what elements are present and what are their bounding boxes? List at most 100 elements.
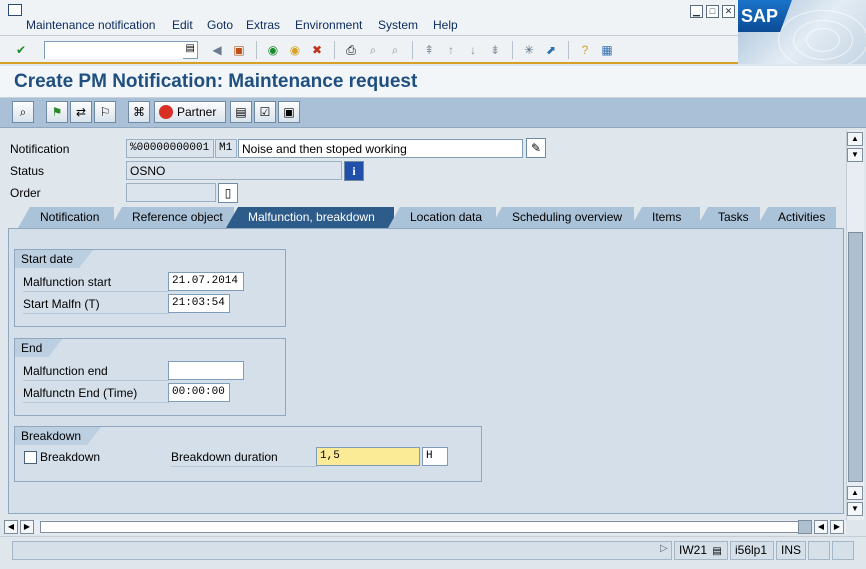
cancel-icon[interactable]: ✖ [308, 41, 326, 59]
order-label: Order [10, 186, 41, 200]
command-history-icon[interactable]: ▤ [186, 43, 195, 54]
end-time-label: Malfunctn End (Time) [23, 386, 169, 403]
tab-items[interactable]: Items [630, 207, 700, 228]
toolbar-separator [334, 41, 335, 59]
binoculars-icon[interactable]: ⌘ [128, 101, 150, 123]
scroll-bottom-icon[interactable]: ▼ [847, 502, 863, 516]
maximize-icon[interactable]: □ [706, 5, 719, 18]
notification-number-field: %00000000001 [126, 139, 214, 158]
layout-icon[interactable]: ▣ [278, 101, 300, 123]
document-icon[interactable]: ▤ [230, 101, 252, 123]
print-icon[interactable]: ⎙ [342, 41, 360, 59]
menu-bar: Maintenance notification Edit Goto Extra… [0, 0, 866, 36]
scroll-thumb-end-icon[interactable] [798, 520, 812, 534]
first-page-icon[interactable]: ⇞ [420, 41, 438, 59]
malfunction-start-input[interactable]: 21.07.2014 [168, 272, 244, 291]
app-menu-icon[interactable] [8, 4, 22, 16]
display-object-icon[interactable]: ⌕ [12, 101, 34, 123]
tab-tasks[interactable]: Tasks [696, 207, 760, 228]
menu-goto[interactable]: Goto [207, 18, 233, 32]
end-group: End Malfunction end Malfunctn End (Time)… [14, 338, 286, 416]
scroll-left-icon[interactable]: ◀ [4, 520, 18, 534]
next-page-icon[interactable]: ↓ [464, 41, 482, 59]
horizontal-scrollbar[interactable]: ◀ ▶ ◀ ▶ [4, 520, 846, 534]
breakdown-unit-input[interactable]: H [422, 447, 448, 466]
previous-page-icon[interactable]: ↑ [442, 41, 460, 59]
title-bar: Create PM Notification: Maintenance requ… [0, 66, 866, 98]
scroll-right-step-icon[interactable]: ▶ [20, 520, 34, 534]
back-arrow-icon[interactable]: ◀ [208, 41, 226, 59]
breakdown-checkbox[interactable] [24, 451, 37, 464]
server-name: i56lp1 [730, 541, 774, 560]
standard-toolbar: ✔ ▤ ◀ ▣ ◉ ◉ ✖ ⎙ ⌕ ⌕ ⇞ ↑ ↓ ⇟ ✳ ⬈ ? ▦ [0, 36, 738, 64]
long-text-edit-icon[interactable]: ✎ [526, 138, 546, 158]
tab-notification[interactable]: Notification [18, 207, 114, 228]
partner-icon [159, 105, 173, 119]
sap-branding-area: SAP [738, 0, 866, 64]
start-date-group-title: Start date [15, 250, 93, 268]
close-icon[interactable]: ✕ [722, 5, 735, 18]
status-expand-icon[interactable]: ▷ [660, 543, 668, 554]
breakdown-duration-input[interactable]: 1,5 [316, 447, 420, 466]
system-info-icon[interactable]: ▤ [712, 546, 721, 557]
application-toolbar: ⌕ ⚑ ⇄ ⚐ ⌘ Partner ▤ ☑ ▣ [0, 98, 866, 128]
toolbar-separator [568, 41, 569, 59]
transfer-icon[interactable]: ⇄ [70, 101, 92, 123]
back-icon[interactable]: ◉ [264, 41, 282, 59]
malfunction-end-input[interactable] [168, 361, 244, 380]
create-order-icon[interactable]: ▯ [218, 183, 238, 203]
tab-activities[interactable]: Activities [756, 207, 836, 228]
scroll-up-icon[interactable]: ▼ [847, 148, 863, 162]
find-next-icon[interactable]: ⌕ [386, 41, 404, 59]
toolbar-separator [256, 41, 257, 59]
page-title: Create PM Notification: Maintenance requ… [14, 71, 418, 92]
partner-button[interactable]: Partner [154, 101, 226, 123]
order-field [126, 183, 216, 202]
end-time-input[interactable]: 00:00:00 [168, 383, 230, 402]
status-cell-empty [832, 541, 854, 560]
last-page-icon[interactable]: ⇟ [486, 41, 504, 59]
tab-scheduling-overview[interactable]: Scheduling overview [490, 207, 634, 228]
checklist-icon[interactable]: ☑ [254, 101, 276, 123]
tab-reference-object[interactable]: Reference object [110, 207, 234, 228]
help-icon[interactable]: ? [576, 41, 594, 59]
flag-arrow-icon[interactable]: ⚐ [94, 101, 116, 123]
flag-icon[interactable]: ⚑ [46, 101, 68, 123]
tab-location-data[interactable]: Location data [388, 207, 496, 228]
save-icon[interactable]: ▣ [230, 41, 248, 59]
vertical-scroll-thumb[interactable] [848, 232, 863, 482]
shortcut-icon[interactable]: ⬈ [542, 41, 560, 59]
breakdown-duration-label: Breakdown duration [171, 450, 317, 467]
scroll-left-step-icon[interactable]: ◀ [814, 520, 828, 534]
horizontal-scroll-thumb[interactable] [40, 521, 800, 533]
menu-extras[interactable]: Extras [246, 18, 280, 32]
find-icon[interactable]: ⌕ [364, 41, 382, 59]
input-mode[interactable]: INS [776, 541, 806, 560]
status-info-icon[interactable]: i [344, 161, 364, 181]
layout-menu-icon[interactable]: ▦ [598, 41, 616, 59]
toolbar-separator [512, 41, 513, 59]
command-input[interactable] [45, 43, 183, 59]
scroll-right-icon[interactable]: ▶ [830, 520, 844, 534]
menu-system[interactable]: System [378, 18, 418, 32]
menu-help[interactable]: Help [433, 18, 458, 32]
malfunction-start-label: Malfunction start [23, 275, 169, 292]
enter-check-icon[interactable]: ✔ [12, 41, 30, 59]
menu-maintenance-notification[interactable]: Maintenance notification [26, 18, 155, 32]
tab-malfunction-breakdown[interactable]: Malfunction, breakdown [226, 207, 394, 228]
vertical-scrollbar[interactable]: ▲ ▼ ▲ ▼ [846, 130, 864, 520]
menu-environment[interactable]: Environment [295, 18, 362, 32]
scroll-top-icon[interactable]: ▲ [847, 132, 863, 146]
status-cell-empty [808, 541, 830, 560]
minimize-icon[interactable]: ▁ [690, 5, 703, 18]
exit-icon[interactable]: ◉ [286, 41, 304, 59]
scroll-down-icon[interactable]: ▲ [847, 486, 863, 500]
new-session-icon[interactable]: ✳ [520, 41, 538, 59]
end-group-title: End [15, 339, 62, 357]
start-time-input[interactable]: 21:03:54 [168, 294, 230, 313]
menu-edit[interactable]: Edit [172, 18, 193, 32]
status-label: Status [10, 164, 45, 178]
command-field[interactable]: ▤ [44, 41, 198, 59]
notification-description-input[interactable]: Noise and then stoped working [238, 139, 523, 158]
toolbar-separator [412, 41, 413, 59]
